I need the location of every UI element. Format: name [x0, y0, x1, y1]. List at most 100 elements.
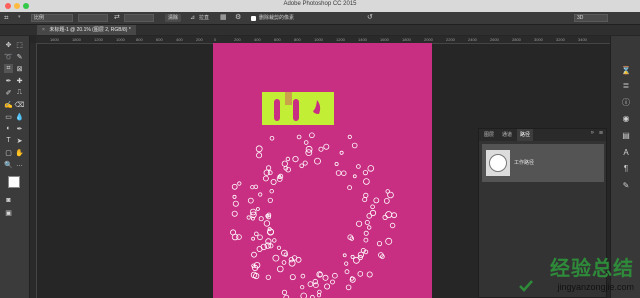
bubble — [370, 204, 375, 210]
swatches-icon[interactable]: ▤ — [620, 131, 632, 141]
path-item-work-path[interactable]: 工作路径 — [482, 144, 604, 182]
delete-cropped-checkbox[interactable] — [251, 16, 256, 21]
adjust-icon[interactable]: ≣ — [620, 81, 632, 91]
delete-cropped-label: 删除裁剪的像素 — [259, 15, 295, 21]
history-brush-tool-icon[interactable]: ✍ — [4, 100, 13, 109]
bubble — [369, 209, 377, 217]
bubble — [322, 274, 329, 281]
move-tool-icon[interactable]: ✥ — [4, 40, 13, 49]
ruler-tick: 200 — [234, 37, 241, 42]
bubble — [270, 178, 277, 185]
path-selection-tool-icon[interactable]: ➤ — [15, 136, 24, 145]
watermark-text: 经验总结 — [550, 256, 634, 280]
collapse-panel-icon[interactable]: » — [591, 130, 594, 136]
crop-tool-icon[interactable]: ⌗ — [4, 64, 13, 73]
bubble — [272, 238, 277, 243]
ruler-tick: 2000 — [424, 37, 433, 42]
pen-tool-icon[interactable]: ✒ — [15, 124, 24, 133]
ruler-tick: 3200 — [556, 37, 565, 42]
paragraph-icon[interactable]: ¶ — [620, 164, 632, 174]
vertical-ruler[interactable] — [29, 43, 37, 298]
document-tab-bar: × 未标题-1 @ 20.1% (图层 2, RGB/8) * — [0, 25, 640, 35]
circle-path-shape — [489, 154, 507, 172]
swap-icon[interactable]: ⇄ — [114, 13, 120, 21]
width-field[interactable] — [78, 14, 108, 22]
overlay-grid-icon[interactable]: ▦ — [220, 13, 227, 21]
eraser-tool-icon[interactable]: ⌫ — [15, 100, 25, 109]
bubble — [309, 132, 315, 139]
bubble — [350, 254, 355, 259]
foreground-color-swatch[interactable] — [8, 176, 20, 188]
bubble — [276, 245, 282, 250]
gear-icon[interactable]: ⚙ — [235, 13, 241, 21]
lasso-tool-icon[interactable]: ➰ — [4, 52, 13, 61]
dropdown-arrow-icon[interactable]: ▾ — [18, 14, 21, 20]
properties-icon[interactable]: ⓘ — [620, 98, 632, 108]
shape-tool-icon[interactable]: ▢ — [4, 148, 13, 157]
height-field[interactable] — [124, 14, 154, 22]
bubble — [300, 273, 306, 279]
hand-tool-icon[interactable]: ✋ — [15, 148, 24, 157]
blur-tool-icon[interactable]: 💧 — [15, 112, 24, 121]
zoom-tool-icon[interactable]: 🔍 — [4, 160, 13, 169]
ruler-tick: 400 — [254, 37, 261, 42]
bubble — [267, 170, 273, 176]
bubble — [232, 194, 237, 199]
tab-paths[interactable]: 路径 — [517, 129, 534, 141]
workspace-select[interactable]: 3D — [574, 14, 608, 22]
bubble — [251, 236, 255, 241]
tab-layers[interactable]: 图层 — [481, 129, 497, 141]
bubble — [263, 220, 271, 227]
document-tab[interactable]: × 未标题-1 @ 20.1% (图层 2, RGB/8) * — [37, 25, 136, 35]
screen-mode-icon[interactable]: ▣ — [4, 208, 13, 217]
character-icon[interactable]: A — [620, 148, 632, 158]
ruler-tick: 600 — [274, 37, 281, 42]
gradient-tool-icon[interactable]: ▭ — [4, 112, 13, 121]
bubble — [285, 156, 291, 162]
bubble — [317, 272, 323, 278]
check-mark-logo — [519, 280, 533, 292]
straighten-button[interactable]: 拉直 — [199, 14, 209, 22]
bubble — [281, 289, 288, 295]
bubble — [323, 143, 330, 150]
path-thumbnail — [486, 150, 510, 176]
brush-tool-icon[interactable]: ✐ — [4, 88, 13, 97]
reset-icon[interactable]: ↺ — [367, 13, 373, 21]
ruler-tick: 1800 — [402, 37, 411, 42]
close-tab-icon[interactable]: × — [42, 27, 45, 33]
tab-channels[interactable]: 通道 — [499, 129, 515, 141]
history-icon[interactable]: ⌛ — [620, 66, 632, 76]
eyedropper-tool-icon[interactable]: ✒ — [4, 76, 13, 85]
ruler-tick: 2200 — [446, 37, 455, 42]
bubble — [357, 271, 364, 277]
bubble — [253, 184, 259, 189]
more-tools-icon[interactable]: … — [15, 160, 24, 169]
panel-menu-icon[interactable]: ≡ — [599, 130, 603, 137]
crop-tool-preset-icon[interactable]: ⌗ — [4, 13, 9, 23]
crop-ratio-select[interactable]: 比例 — [31, 14, 73, 22]
dodge-tool-icon[interactable]: ◐ — [4, 124, 13, 133]
brush-preset-icon[interactable]: ✎ — [620, 181, 632, 191]
ruler-tick: 1000 — [116, 37, 125, 42]
bubble — [367, 165, 375, 172]
bubble — [299, 163, 304, 169]
bubble — [363, 237, 369, 243]
type-tool-icon[interactable]: T — [4, 136, 13, 145]
bubble — [277, 265, 284, 273]
bubble — [272, 254, 280, 262]
bubble — [300, 292, 307, 298]
clone-stamp-tool-icon[interactable]: ⎍ — [15, 88, 24, 97]
quick-select-tool-icon[interactable]: ✎ — [15, 52, 24, 61]
document-canvas[interactable] — [213, 43, 432, 298]
frame-tool-icon[interactable]: ⊠ — [15, 64, 24, 73]
straighten-icon[interactable]: ⊿ — [190, 14, 195, 21]
marquee-tool-icon[interactable]: ⬚ — [15, 40, 24, 49]
bubble — [335, 170, 342, 176]
quick-mask-icon[interactable]: ◙ — [4, 196, 13, 205]
bubble — [300, 285, 305, 290]
clear-button[interactable]: 清除 — [165, 14, 182, 22]
bubble — [391, 212, 398, 219]
color-wheel-icon[interactable]: ◉ — [620, 114, 632, 124]
healing-brush-tool-icon[interactable]: ✚ — [15, 76, 24, 85]
bubble — [237, 181, 242, 186]
